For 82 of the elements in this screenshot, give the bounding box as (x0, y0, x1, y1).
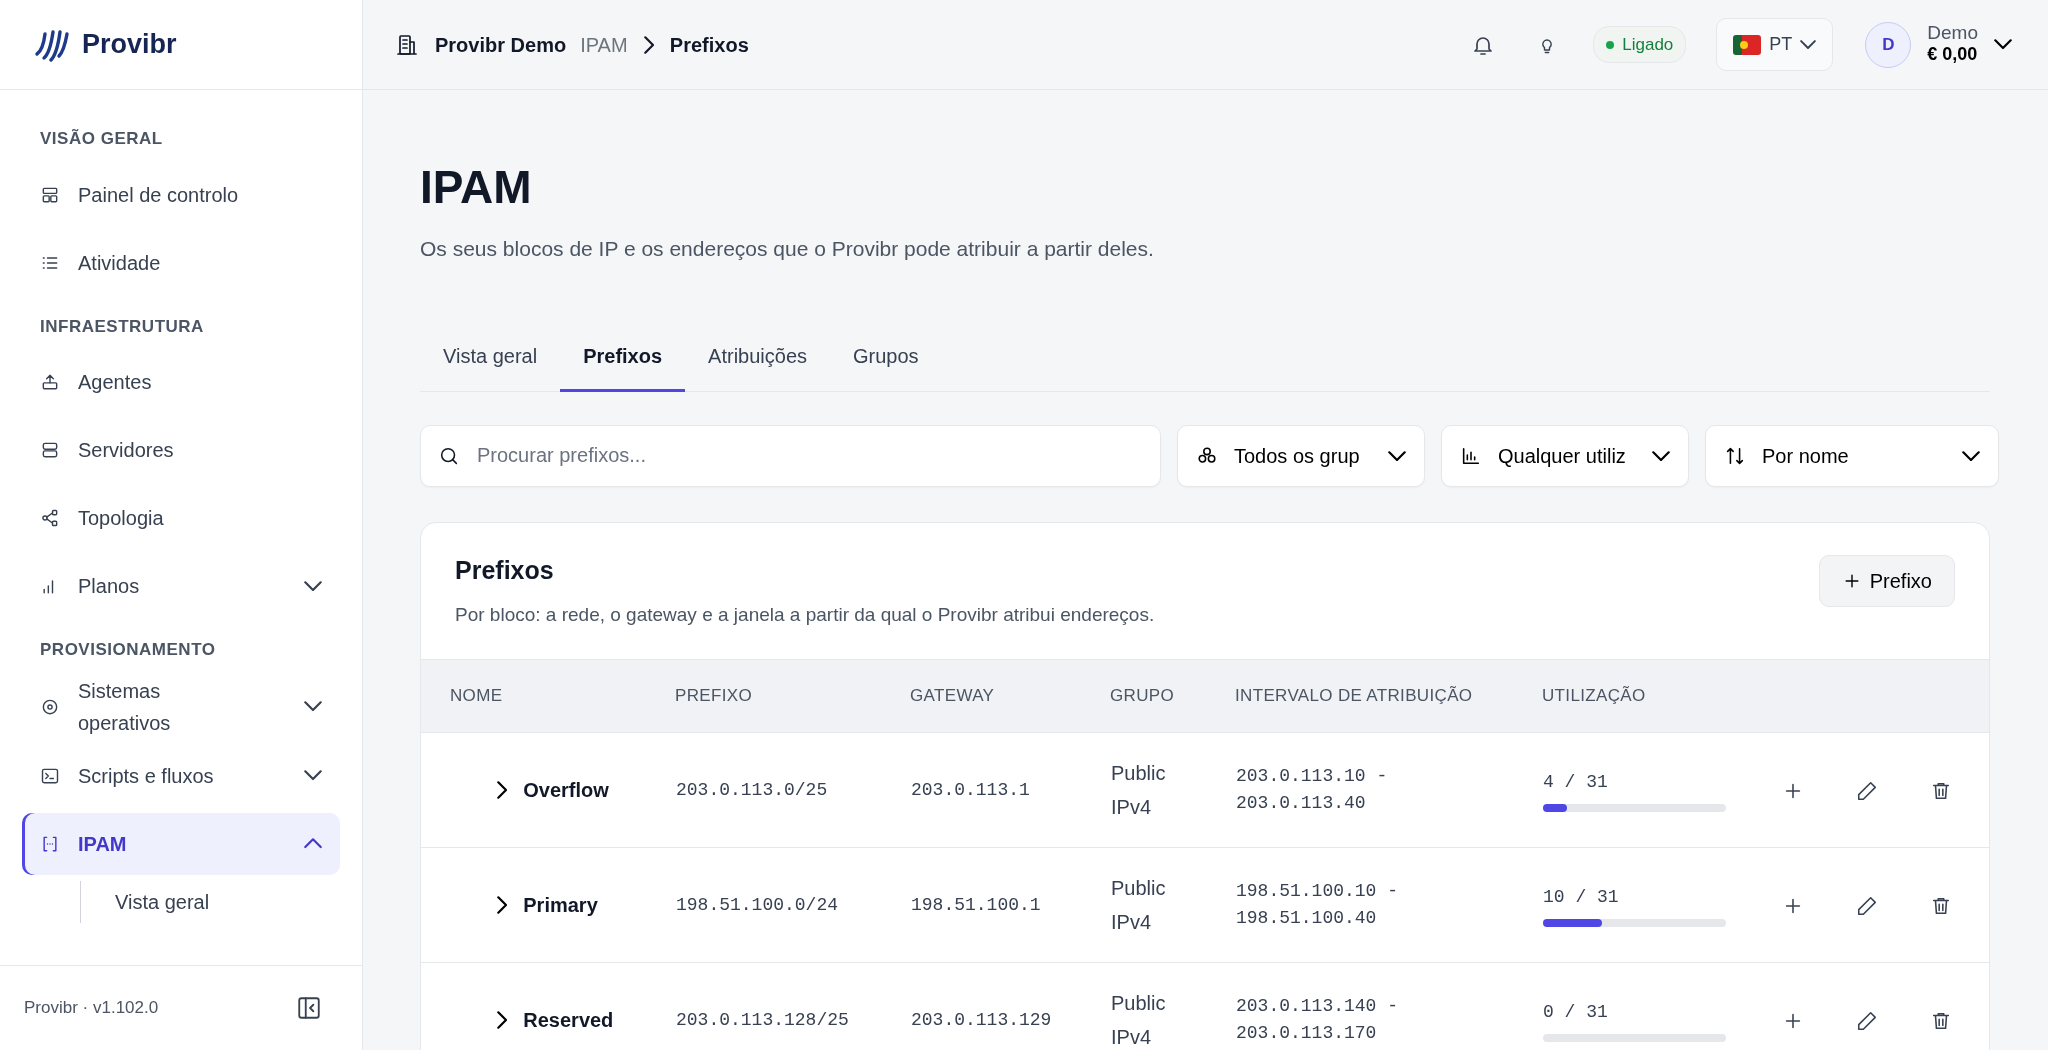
version-text: Provibr · v1.102.0 (24, 997, 159, 1020)
building-icon (395, 32, 419, 57)
user-name: Demo (1927, 23, 1978, 45)
user-menu[interactable]: D Demo € 0,00 (1859, 20, 2018, 69)
row-expand-toggle[interactable]: Reserved (497, 1005, 614, 1036)
sidebar-item[interactable]: Planos (22, 555, 340, 617)
sidebar-item[interactable]: Atividade (22, 231, 340, 294)
pencil-icon (1856, 779, 1878, 802)
sidebar-item[interactable]: Servidores (22, 419, 340, 481)
range-cell-text: 198.51.100.10 - 198.51.100.40 (1236, 880, 1400, 931)
chevron-down-icon (1652, 450, 1670, 461)
table-cell: 198.51.100.1 (911, 895, 1041, 916)
chevron-down-icon (304, 770, 322, 781)
network-icon (40, 508, 60, 528)
pencil-icon (1856, 894, 1878, 917)
tab[interactable]: Prefixos (560, 340, 686, 392)
sidebar-subitem[interactable]: Vista geral (80, 880, 340, 923)
chevron-right-icon (497, 896, 508, 915)
column-header: NOME (450, 686, 503, 706)
table-cell: 203.0.113.1 (911, 780, 1030, 801)
add-prefix-button[interactable]: Prefixo (1818, 554, 1955, 607)
usage-count: 0 / 31 (1543, 1000, 1609, 1024)
sidebar-item[interactable]: Agentes (22, 351, 340, 413)
chevron-down-icon (1388, 450, 1406, 461)
group-cell-text: Public IPv4 (1111, 876, 1166, 936)
card-title: Prefixos (455, 554, 555, 585)
chevron-down-icon (1800, 39, 1817, 50)
chevron-right-icon (643, 35, 654, 54)
column-header: UTILIZAÇÃO (1542, 686, 1646, 706)
column-header: GATEWAY (910, 686, 995, 706)
chevron-down-icon (1994, 39, 2012, 50)
panel-icon (296, 995, 322, 1022)
sidebar-item[interactable]: Sistemas operativos (22, 674, 340, 739)
card-description: Por bloco: a rede, o gateway e a janela a partir da qual o Provibr atribui endereços. (455, 602, 1155, 627)
usage-count: 4 / 31 (1543, 770, 1609, 794)
group-cell-text: Public IPv4 (1111, 761, 1166, 821)
upload-icon (40, 372, 60, 392)
column-header: PREFIXO (675, 686, 752, 706)
sidebar-section-heading: INFRAESTRUTURA (39, 315, 205, 338)
range-cell-text: 203.0.113.10 - 203.0.113.40 (1236, 765, 1389, 816)
logo-text: Provibr (82, 28, 177, 62)
server-icon (40, 440, 60, 460)
sidebar-item[interactable]: Topologia (22, 487, 340, 549)
filter-dropdown[interactable]: Qualquer utiliz (1441, 424, 1689, 487)
group-cell-text: Public IPv4 (1111, 991, 1166, 1050)
usage-count: 10 / 31 (1543, 885, 1620, 909)
chevron-down-icon (304, 701, 322, 712)
chevron-right-icon (497, 781, 508, 800)
tab[interactable]: Vista geral (420, 340, 561, 392)
column-header: INTERVALO DE ATRIBUIÇÃO (1235, 686, 1473, 706)
table-cell: 203.0.113.0/25 (676, 780, 828, 801)
table-cell: 203.0.113.129 (911, 1010, 1052, 1031)
chevron-right-icon (497, 1011, 508, 1030)
pencil-icon (1856, 1009, 1878, 1032)
filter-dropdown[interactable]: Por nome (1705, 424, 1999, 487)
table-cell: 198.51.100.0/24 (676, 895, 839, 916)
chevron-down-icon (304, 580, 322, 592)
column-header: GRUPO (1110, 686, 1175, 706)
row-expand-toggle[interactable]: Primary (497, 890, 598, 921)
breadcrumb-link[interactable]: IPAM (580, 29, 628, 60)
search-field[interactable]: Procurar prefixos... (420, 424, 1161, 487)
sidebar-section-heading: VISÃO GERAL (39, 128, 164, 150)
chevron-down-icon (1962, 450, 1980, 461)
account-balance: € 0,00 (1927, 44, 1978, 66)
language-selector[interactable]: PT (1716, 18, 1834, 71)
breadcrumb-link[interactable]: Provibr Demo (435, 29, 567, 60)
sidebar-item[interactable]: IPAM (22, 812, 340, 875)
flag-icon (1733, 34, 1762, 55)
sidebar-item[interactable]: Scripts e fluxos (22, 744, 340, 807)
range-cell-text: 203.0.113.140 - 203.0.113.170 (1236, 995, 1400, 1046)
connection-status: Ligado (1593, 25, 1687, 64)
tab[interactable]: Grupos (830, 340, 942, 392)
avatar: D (1865, 21, 1912, 68)
row-expand-toggle[interactable]: Overflow (497, 775, 609, 806)
page-subtitle: Os seus blocos de IP e os endereços que o Provibr pode atribuir a partir deles. (420, 236, 1155, 263)
table-cell: 203.0.113.128/25 (676, 1010, 849, 1031)
chevron-up-icon (304, 838, 322, 849)
filter-dropdown[interactable]: Todos os grup (1177, 424, 1425, 487)
page-title: IPAM (420, 160, 533, 215)
sidebar-section-heading: PROVISIONAMENTO (39, 639, 217, 661)
tab[interactable]: Atribuições (685, 340, 830, 392)
sidebar-item[interactable]: Painel de controlo (22, 163, 340, 226)
